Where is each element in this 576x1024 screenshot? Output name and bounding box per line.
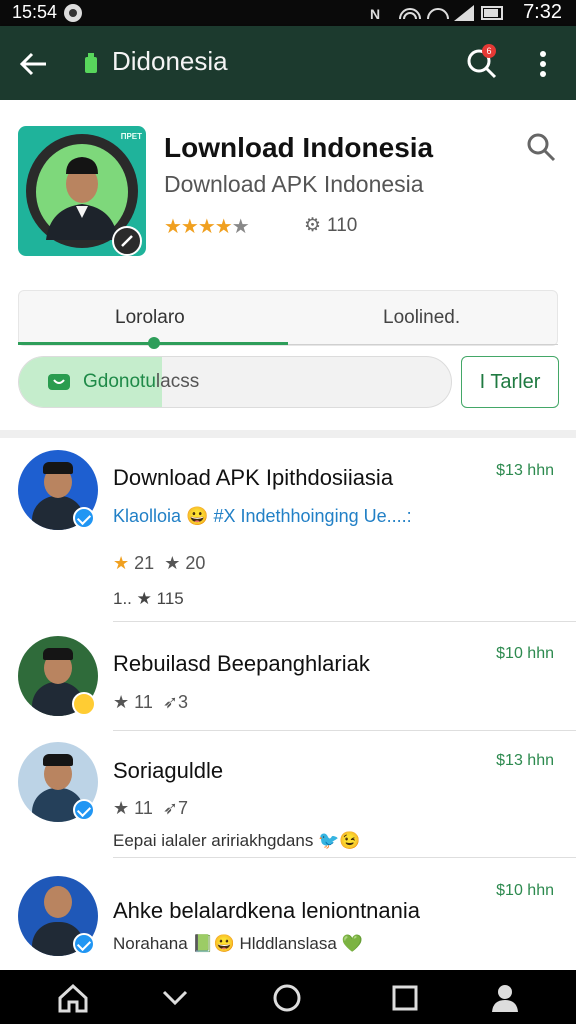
list-item-stars: ★ 11 ➶3 bbox=[113, 692, 188, 713]
app-bar: Didonesia 6 bbox=[0, 26, 576, 100]
list-item-desc: Eepai ialaler aririakhgdans 🐦😉 bbox=[113, 831, 361, 850]
home-icon[interactable] bbox=[56, 982, 90, 1014]
share-icon: ➶ bbox=[162, 692, 178, 712]
pencil-icon bbox=[121, 235, 133, 247]
list-item[interactable]: Rebuilasd Beepanghlariak $10 hhn ★ 11 ➶3 bbox=[0, 634, 576, 731]
person-icon[interactable] bbox=[488, 982, 522, 1014]
status-bar: 15:54 N 7:32 bbox=[0, 0, 576, 26]
verified-badge-icon bbox=[73, 799, 95, 821]
list-item-title: Download APK Ipithdosiiasia bbox=[113, 465, 394, 490]
tab-divider bbox=[288, 344, 558, 345]
tab-lorolaro[interactable]: Lorolaro bbox=[115, 307, 185, 329]
star-icon: ★ bbox=[113, 798, 130, 818]
list-item-desc: Norahana 📗😀 Hlddlanslasa 💚 bbox=[113, 934, 363, 953]
avatar-cap bbox=[43, 754, 73, 766]
row-divider bbox=[113, 730, 576, 731]
app-bar-title: Didonesia bbox=[112, 46, 228, 76]
status-time-right: 7:32 bbox=[523, 1, 562, 23]
svg-text:N: N bbox=[370, 6, 383, 22]
list-item-title: Soriaguldle bbox=[113, 758, 224, 783]
list-item-desc: Klaolloia 😀 #X Indethhoinging Ue....: bbox=[113, 506, 412, 526]
tab-bar: Lorolaro Loolined. bbox=[18, 290, 558, 346]
star-icon: ★ bbox=[113, 553, 130, 573]
gear-icon: ⚙ bbox=[304, 215, 322, 236]
progress-label: Gdonotulacss bbox=[83, 371, 199, 393]
star-count-a: 11 bbox=[134, 692, 153, 712]
section-divider bbox=[0, 430, 576, 438]
star-icon: ★ bbox=[136, 589, 152, 608]
star-count-b: 20 bbox=[185, 553, 206, 573]
list-item-stats: 1.. ★ 115 bbox=[113, 589, 184, 609]
list-item[interactable]: Soriaguldle $13 hhn ★ 11 ➶7 Eepai ialale… bbox=[0, 740, 576, 858]
app-rating-stars: ★★★★★ bbox=[164, 216, 250, 238]
verified-badge-icon bbox=[73, 507, 95, 529]
notification-badge: 6 bbox=[482, 44, 496, 58]
list-item-price: $10 hhn bbox=[496, 645, 554, 662]
share-icon: ➶ bbox=[162, 798, 178, 818]
tab-loolined[interactable]: Loolined. bbox=[383, 307, 460, 329]
app-subtitle: Download APK Indonesia bbox=[164, 171, 424, 197]
edit-icon[interactable] bbox=[112, 226, 142, 256]
status-time-left: 15:54 bbox=[12, 2, 58, 22]
star-count-b: 3 bbox=[177, 692, 188, 712]
avatar-head bbox=[44, 886, 72, 918]
android-icon bbox=[85, 53, 97, 73]
list-item-price: $13 hhn bbox=[496, 462, 554, 479]
search-icon[interactable] bbox=[524, 130, 558, 164]
chevron-down-icon[interactable] bbox=[158, 982, 192, 1014]
app-name: Lownload Indonesia bbox=[164, 132, 434, 163]
avatar-cap bbox=[43, 462, 73, 474]
person-portrait-icon bbox=[46, 157, 118, 240]
circle-icon[interactable] bbox=[270, 982, 304, 1014]
row-divider bbox=[113, 621, 576, 622]
app-download-count: ⚙ 110 bbox=[304, 214, 357, 237]
tab-slider-handle[interactable] bbox=[148, 337, 160, 349]
app-count-value: 110 bbox=[327, 215, 358, 236]
notification-dot-icon bbox=[64, 4, 82, 22]
app-icon-tag: ПРЕТ bbox=[120, 132, 142, 141]
list-item-stars: ★ 21 ★ 20 bbox=[113, 553, 205, 574]
stats-prefix: 1.. bbox=[113, 589, 132, 608]
download-progress-button[interactable]: Gdonotulacss bbox=[18, 356, 452, 408]
list-item-title: Rebuilasd Beepanghlariak bbox=[113, 651, 370, 676]
app-icon-portrait bbox=[36, 144, 128, 240]
list-item-title: Ahke belalardkena leniontnania bbox=[113, 898, 421, 923]
star-icon: ★ bbox=[164, 553, 181, 573]
star-icon: ★ bbox=[113, 692, 130, 712]
list-item[interactable]: Download APK Ipithdosiiasia $13 hhn Klao… bbox=[0, 450, 576, 622]
side-action-button[interactable]: I Tarler bbox=[461, 356, 559, 408]
square-icon[interactable] bbox=[388, 982, 422, 1014]
star-count-b: 7 bbox=[177, 798, 188, 818]
progress-label-main: Gdonotu bbox=[83, 371, 156, 392]
star-count-a: 11 bbox=[134, 798, 153, 818]
navigation-bar bbox=[0, 970, 576, 1024]
back-arrow-icon[interactable] bbox=[14, 44, 54, 84]
status-icons: N bbox=[370, 5, 503, 22]
more-vert-icon[interactable] bbox=[528, 46, 558, 82]
avatar-cap bbox=[43, 648, 73, 660]
list-item-price: $13 hhn bbox=[496, 752, 554, 769]
star-count-a: 21 bbox=[134, 553, 155, 573]
verified-badge-icon bbox=[73, 933, 95, 955]
stats-count: 115 bbox=[156, 589, 184, 608]
row-divider bbox=[113, 857, 576, 858]
list-item[interactable]: Ahke belalardkena leniontnania $10 hhn N… bbox=[0, 874, 576, 970]
list-item-price: $10 hhn bbox=[496, 882, 554, 899]
list-item-stars: ★ 11 ➶7 bbox=[113, 798, 188, 819]
emoji-badge-icon bbox=[72, 692, 96, 716]
progress-label-rest: lacss bbox=[155, 371, 200, 392]
chat-icon bbox=[48, 374, 70, 390]
